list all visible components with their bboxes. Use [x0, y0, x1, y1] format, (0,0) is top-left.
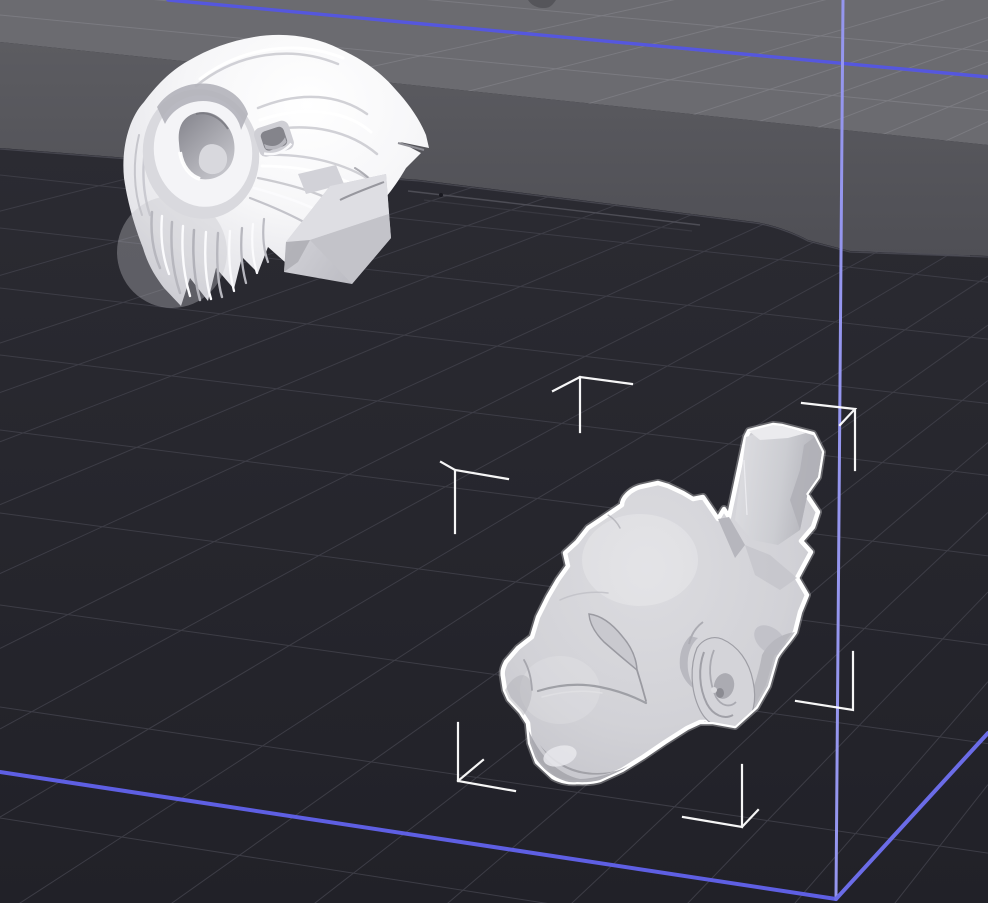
disc-inner-bump	[199, 144, 227, 174]
scene-canvas[interactable]	[0, 0, 988, 903]
slicer-3d-viewport[interactable]	[0, 0, 988, 903]
